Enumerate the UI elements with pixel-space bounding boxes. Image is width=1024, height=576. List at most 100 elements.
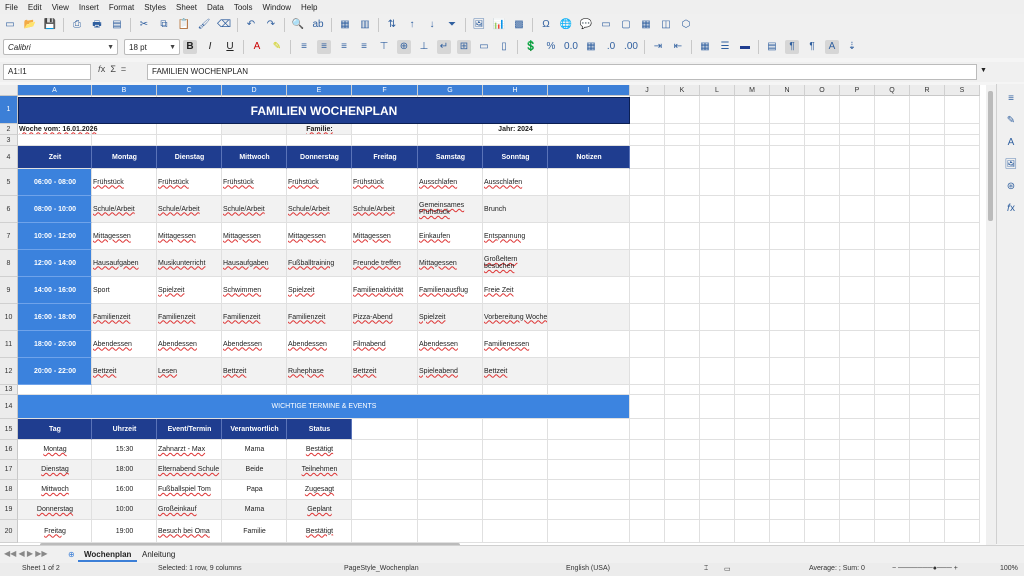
grid-cell[interactable]	[18, 385, 92, 395]
grid-cell[interactable]	[665, 385, 700, 395]
grid-cell[interactable]	[875, 277, 910, 304]
grid-cell[interactable]	[875, 500, 910, 520]
grid-cell[interactable]	[805, 440, 840, 460]
events-title[interactable]: WICHTIGE TERMINE & EVENTS	[18, 395, 630, 419]
schedule-cell[interactable]: Mittagessen	[287, 223, 352, 250]
align-center-icon[interactable]: ≡	[317, 40, 331, 54]
schedule-header-8[interactable]: Notizen	[548, 146, 630, 169]
schedule-cell[interactable]: Hausaufgaben	[222, 250, 287, 277]
autofilter-icon[interactable]: ⏷	[445, 18, 459, 32]
row-header-5[interactable]: 5	[0, 169, 18, 196]
grid-cell[interactable]	[875, 223, 910, 250]
grid-cell[interactable]	[700, 124, 735, 135]
grid-cell[interactable]	[875, 304, 910, 331]
grid-cell[interactable]	[770, 250, 805, 277]
schedule-cell[interactable]: Schwimmen	[222, 277, 287, 304]
grid-cell[interactable]	[910, 358, 945, 385]
row-header-11[interactable]: 11	[0, 331, 18, 358]
grid-cell[interactable]	[700, 480, 735, 500]
show-draw-functions-icon[interactable]: ⬡	[679, 18, 693, 32]
event-cell[interactable]: Zugesagt	[287, 480, 352, 500]
event-cell[interactable]: Montag	[18, 440, 92, 460]
sheet-title[interactable]: FAMILIEN WOCHENPLAN	[18, 97, 630, 124]
highlight-icon[interactable]: ✎	[270, 40, 284, 54]
chevron-down-icon[interactable]: ▼	[107, 40, 114, 56]
grid-cell[interactable]	[287, 385, 352, 395]
grid-cell[interactable]	[483, 135, 548, 146]
grid-cell[interactable]	[910, 440, 945, 460]
grid-cell[interactable]	[875, 250, 910, 277]
schedule-header-1[interactable]: Montag	[92, 146, 157, 169]
grid-cell[interactable]	[735, 277, 770, 304]
grid-cell[interactable]	[665, 520, 700, 543]
schedule-cell[interactable]	[548, 169, 630, 196]
event-cell[interactable]: Familie	[222, 520, 287, 543]
grid-cell[interactable]	[548, 124, 630, 135]
grid-cell[interactable]	[840, 385, 875, 395]
tab-wochenplan[interactable]: Wochenplan	[78, 549, 138, 562]
column-header-p[interactable]: P	[840, 85, 875, 96]
column-header-s[interactable]: S	[945, 85, 980, 96]
sort-descending-icon[interactable]: ↓	[425, 18, 439, 32]
event-cell[interactable]: Mama	[222, 500, 287, 520]
grid-cell[interactable]	[352, 460, 418, 480]
time-slot[interactable]: 06:00 - 08:00	[18, 169, 92, 196]
schedule-cell[interactable]	[548, 277, 630, 304]
freeze-rows-columns-icon[interactable]: ▦	[639, 18, 653, 32]
grid-cell[interactable]	[418, 124, 483, 135]
column-header-d[interactable]: D	[222, 85, 287, 96]
schedule-header-4[interactable]: Donnerstag	[287, 146, 352, 169]
grid-cell[interactable]	[700, 277, 735, 304]
font-name-box[interactable]: Calibri ▼	[3, 39, 118, 55]
menu-item-insert[interactable]: Insert	[74, 3, 104, 12]
grid-cell[interactable]	[222, 135, 287, 146]
percent-icon[interactable]: %	[544, 40, 558, 54]
language[interactable]: English (USA)	[566, 565, 610, 572]
font-color-icon[interactable]: A	[250, 40, 264, 54]
grid-cell[interactable]	[945, 358, 980, 385]
schedule-cell[interactable]: Musikunterricht	[157, 250, 222, 277]
column-header-h[interactable]: H	[483, 85, 548, 96]
time-slot[interactable]: 10:00 - 12:00	[18, 223, 92, 250]
grid-cell[interactable]	[770, 124, 805, 135]
grid-cell[interactable]	[875, 460, 910, 480]
grid-cell[interactable]	[945, 480, 980, 500]
event-cell[interactable]: 18:00	[92, 460, 157, 480]
grid-cell[interactable]	[483, 385, 548, 395]
italic-icon[interactable]: I	[203, 40, 217, 54]
schedule-cell[interactable]: Familienausflug	[418, 277, 483, 304]
grid-cell[interactable]	[910, 135, 945, 146]
schedule-cell[interactable]: Familienzeit	[92, 304, 157, 331]
grid-cell[interactable]	[910, 96, 945, 124]
schedule-cell[interactable]: Abendessen	[287, 331, 352, 358]
formula-input[interactable]: FAMILIEN WOCHENPLAN	[147, 64, 977, 80]
grid-cell[interactable]	[665, 440, 700, 460]
schedule-cell[interactable]: Mittagessen	[92, 223, 157, 250]
grid-cell[interactable]	[665, 250, 700, 277]
schedule-cell[interactable]: Freie Zeit	[483, 277, 548, 304]
grid-cell[interactable]	[548, 460, 630, 480]
grid-cell[interactable]	[945, 96, 980, 124]
open-folder-icon[interactable]: 📂	[23, 18, 37, 32]
schedule-header-2[interactable]: Dienstag	[157, 146, 222, 169]
grid-cell[interactable]	[665, 500, 700, 520]
define-print-area-icon[interactable]: ▢	[619, 18, 633, 32]
sidebar-menu-icon[interactable]: ≡	[1004, 92, 1018, 106]
schedule-cell[interactable]	[548, 196, 630, 223]
grid-cell[interactable]	[92, 135, 157, 146]
grid-cell[interactable]	[805, 135, 840, 146]
grid-cell[interactable]	[770, 169, 805, 196]
conditional-format-icon[interactable]: ▤	[765, 40, 779, 54]
grid-cell[interactable]	[805, 358, 840, 385]
grid-cell[interactable]	[352, 124, 418, 135]
row-header-18[interactable]: 18	[0, 480, 18, 500]
schedule-cell[interactable]	[548, 358, 630, 385]
grid-cell[interactable]	[910, 331, 945, 358]
function-wizard-icon[interactable]: 𝑓x	[98, 64, 105, 74]
schedule-cell[interactable]: Frühstück	[92, 169, 157, 196]
ltr-paragraph-icon[interactable]: ¶	[785, 40, 799, 54]
events-header-0[interactable]: Tag	[18, 419, 92, 440]
corner-select-all[interactable]	[0, 85, 18, 96]
grid-cell[interactable]	[910, 196, 945, 223]
event-cell[interactable]: Zahnarzt - Max	[157, 440, 222, 460]
